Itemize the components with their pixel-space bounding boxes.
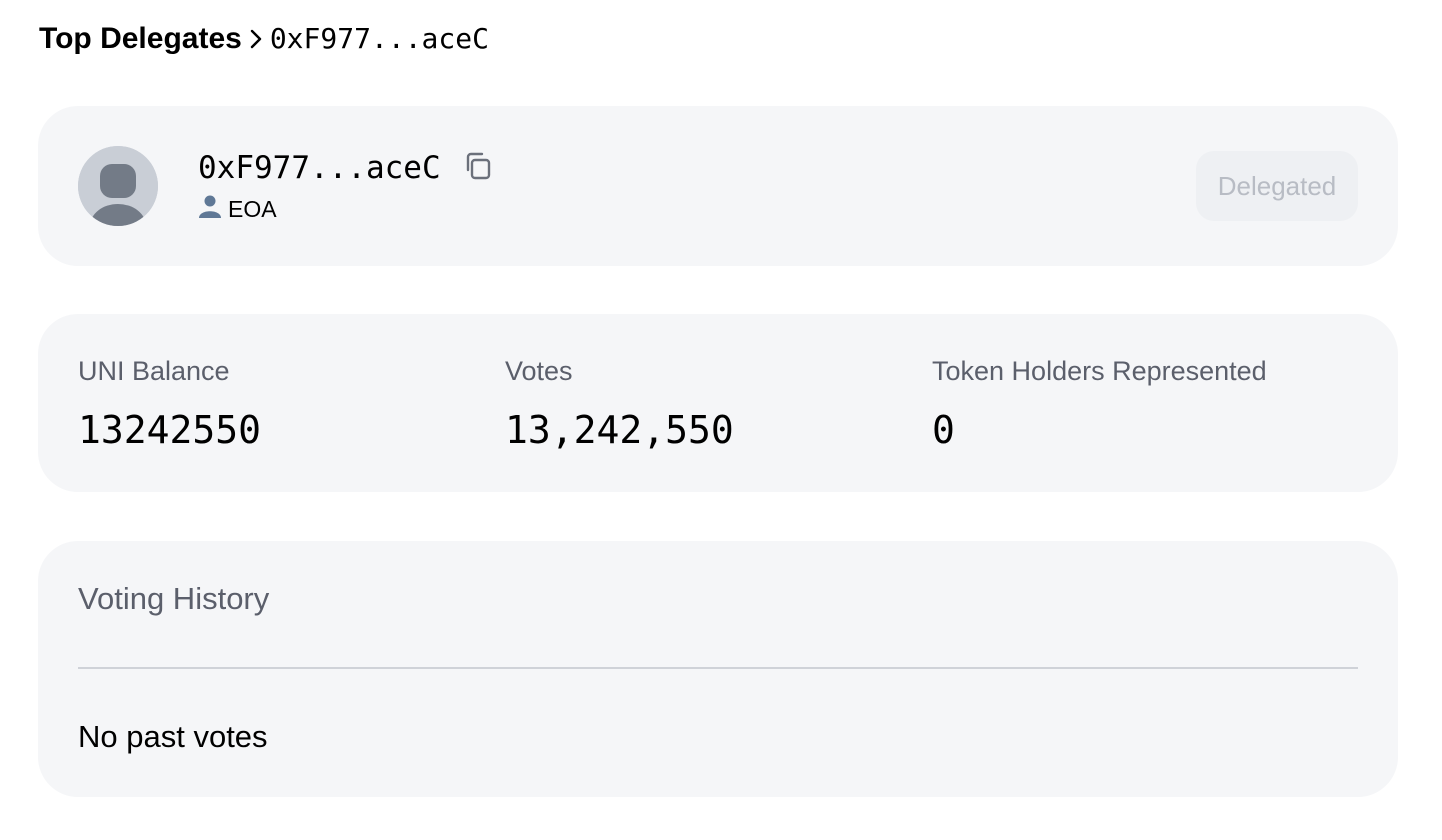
- stat-token-holders: Token Holders Represented 0: [932, 354, 1267, 452]
- no-votes-message: No past votes: [78, 719, 268, 754]
- account-type: EOA: [198, 194, 277, 224]
- delegate-stats-card: UNI Balance 13242550 Votes 13,242,550 To…: [38, 314, 1398, 492]
- stat-value: 13,242,550: [505, 408, 734, 452]
- breadcrumb-top-delegates-link[interactable]: Top Delegates: [39, 22, 242, 56]
- breadcrumb-current: 0xF977...aceC: [270, 22, 489, 56]
- stat-label: UNI Balance: [78, 356, 230, 386]
- user-icon: [198, 194, 222, 224]
- breadcrumb-current-address: 0xF977...aceC: [269, 22, 489, 55]
- address-row: 0xF977...aceC: [198, 150, 495, 186]
- stat-value: 13242550: [78, 408, 262, 452]
- divider: [78, 667, 1358, 669]
- default-avatar-icon: [78, 146, 158, 226]
- stat-value: 0: [932, 408, 955, 452]
- voting-history-title: Voting History: [78, 581, 270, 616]
- voting-history-card: Voting History No past votes: [38, 541, 1398, 797]
- chevron-right-icon: [248, 28, 264, 50]
- delegated-button[interactable]: Delegated: [1196, 151, 1358, 221]
- stat-label: Votes: [505, 356, 573, 386]
- stat-uni-balance: UNI Balance 13242550: [78, 354, 261, 452]
- stat-label: Token Holders Represented: [932, 356, 1267, 386]
- stat-votes: Votes 13,242,550: [505, 354, 734, 452]
- delegate-profile-card: 0xF977...aceC EOA Delegated: [38, 106, 1398, 266]
- breadcrumb: Top Delegates 0xF977...aceC: [39, 18, 489, 60]
- account-type-label: EOA: [228, 195, 277, 222]
- copy-icon[interactable]: [461, 149, 495, 183]
- delegate-address: 0xF977...aceC: [198, 150, 441, 186]
